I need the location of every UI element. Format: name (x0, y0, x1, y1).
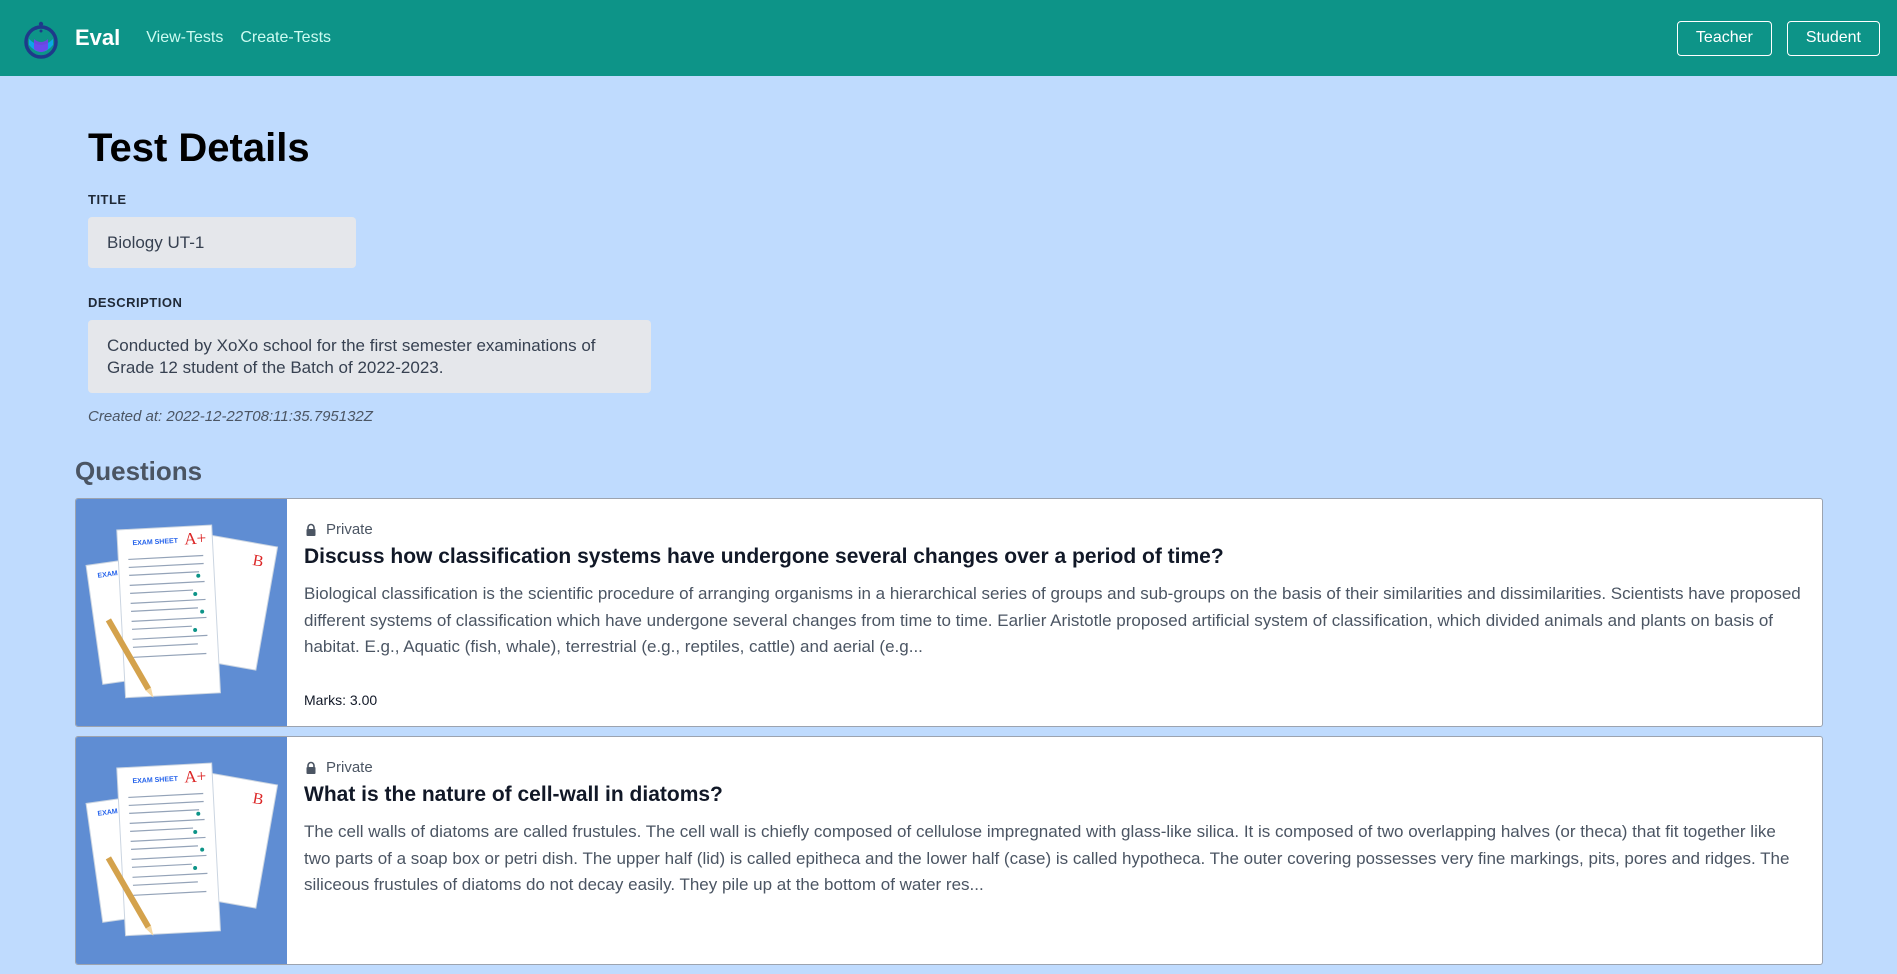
description-field: Conducted by XoXo school for the first s… (88, 320, 651, 393)
brand-name[interactable]: Eval (75, 25, 120, 51)
question-answer-preview: Biological classification is the scienti… (304, 584, 1801, 656)
visibility-label: Private (326, 759, 373, 776)
svg-text:A+: A+ (184, 766, 207, 786)
title-label: TITLE (88, 192, 127, 207)
exam-sheet-image: EXAM SHEET B EXAM SHEET A+ (76, 499, 287, 726)
title-field: Biology UT-1 (88, 217, 356, 268)
description-label: DESCRIPTION (88, 295, 183, 310)
nav-link-create-tests[interactable]: Create-Tests (240, 29, 331, 47)
eval-logo-icon[interactable] (17, 15, 63, 61)
visibility-badge: Private (304, 521, 1802, 538)
question-card[interactable]: EXAM SHEET B EXAM SHEET A+ (75, 736, 1823, 965)
question-body: Private Discuss how classification syste… (287, 499, 1822, 726)
visibility-badge: Private (304, 759, 1802, 776)
lock-icon (306, 761, 316, 774)
lock-icon (306, 523, 316, 536)
created-at-value: 2022-12-22T08:11:35.795132Z (166, 408, 373, 425)
teacher-button[interactable]: Teacher (1676, 20, 1772, 56)
svg-text:A+: A+ (184, 528, 207, 548)
exam-sheet-image: EXAM SHEET B EXAM SHEET A+ (76, 737, 287, 964)
page-title: Test Details (88, 126, 310, 170)
created-at-label: Created at: (88, 408, 163, 425)
nav-link-view-tests[interactable]: View-Tests (146, 29, 223, 47)
questions-heading: Questions (75, 456, 203, 486)
question-body: Private What is the nature of cell-wall … (287, 737, 1822, 964)
visibility-label: Private (326, 521, 373, 538)
question-marks: Marks: 3.00 (304, 692, 378, 708)
top-navbar: Eval View-Tests Create-Tests Teacher Stu… (0, 0, 1897, 76)
question-title[interactable]: What is the nature of cell-wall in diato… (304, 781, 1802, 809)
student-button[interactable]: Student (1786, 20, 1880, 56)
question-card[interactable]: EXAM SHEET B EXAM SHEET A+ (75, 498, 1823, 727)
question-answer-preview: The cell walls of diatoms are called fru… (304, 822, 1790, 894)
question-list: EXAM SHEET B EXAM SHEET A+ (75, 498, 1823, 974)
created-at: Created at: 2022-12-22T08:11:35.795132Z (88, 408, 373, 425)
question-title[interactable]: Discuss how classification systems have … (304, 543, 1802, 571)
